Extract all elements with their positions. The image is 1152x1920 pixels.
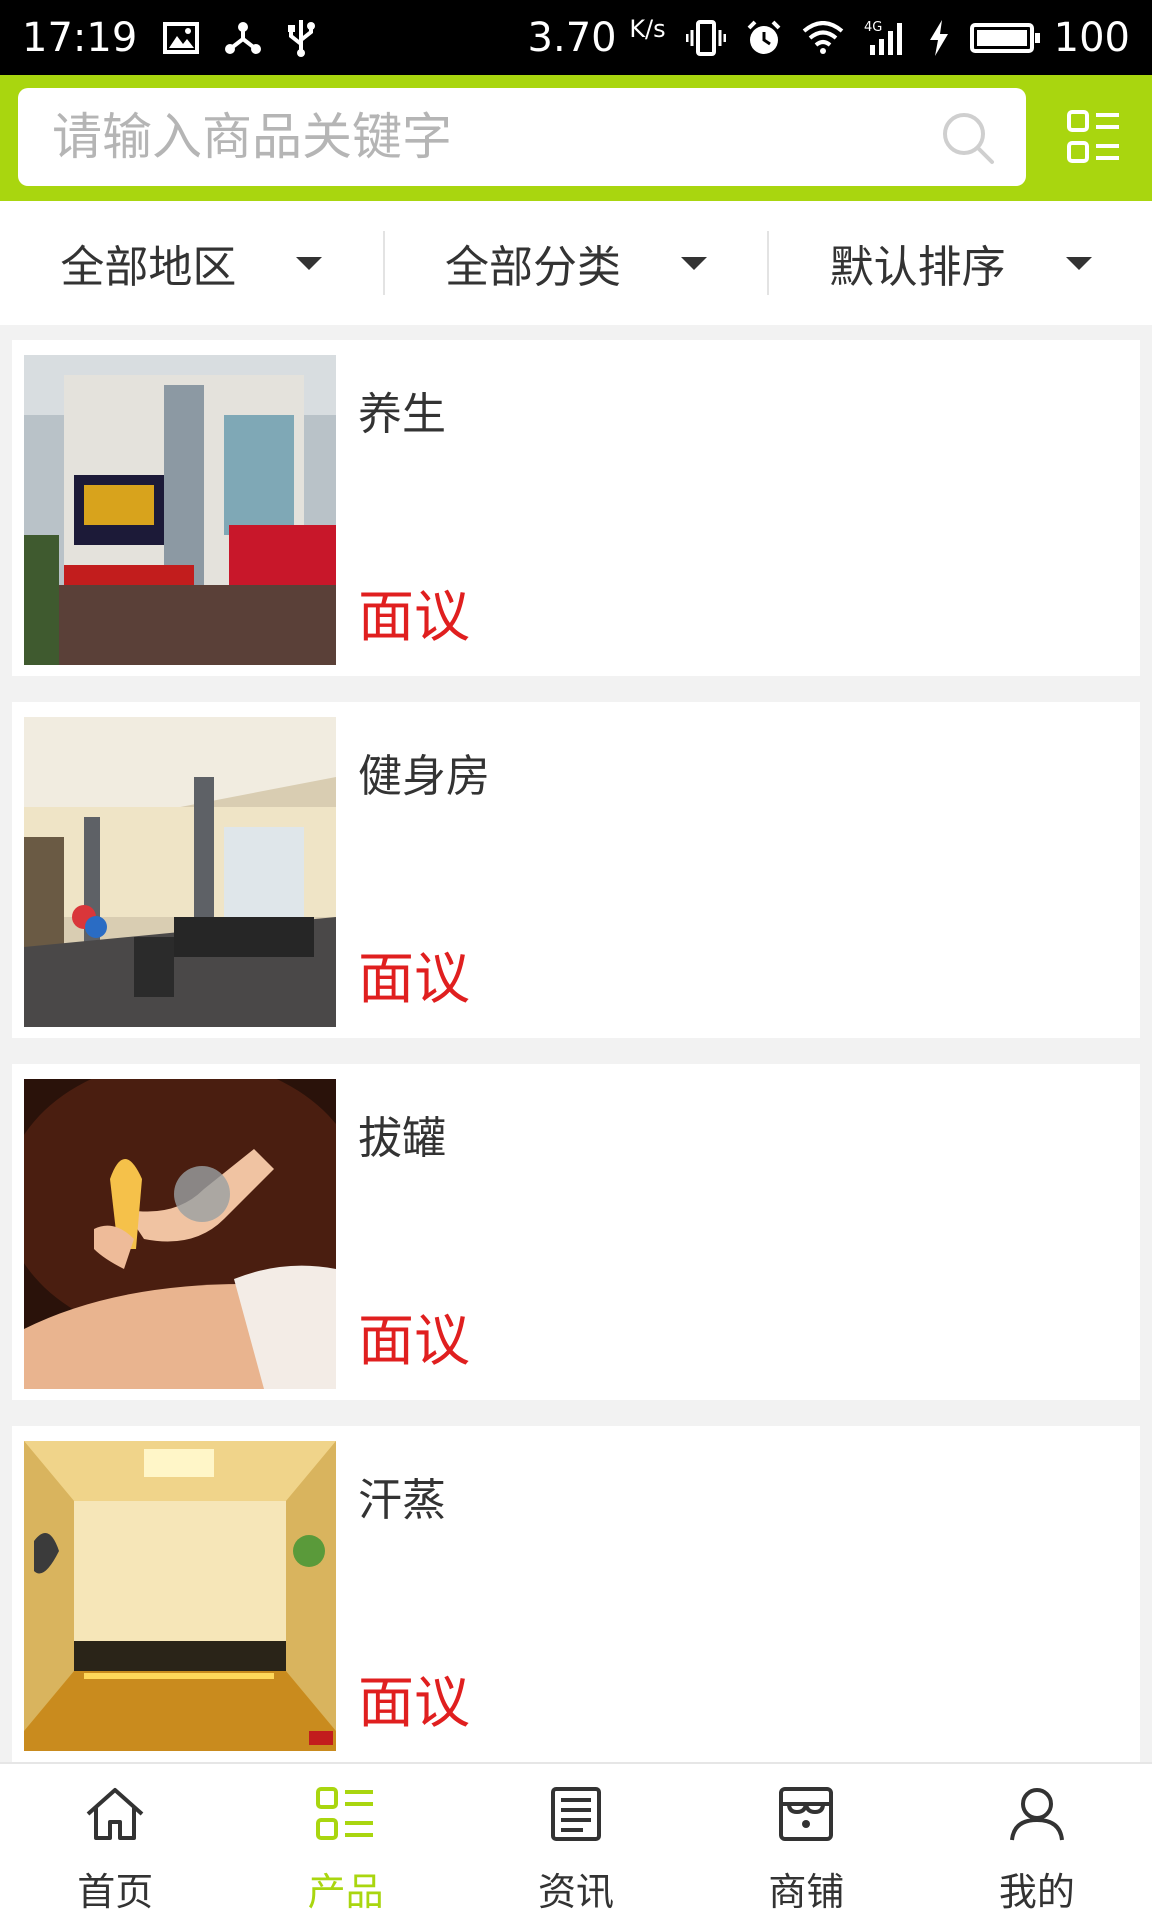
- alarm-icon: [746, 20, 782, 56]
- nav-products-label: 产品: [307, 1870, 384, 1914]
- status-left: 17:19: [22, 14, 316, 61]
- category-menu-icon[interactable]: [1066, 109, 1122, 169]
- product-image[interactable]: [24, 717, 336, 1027]
- network-speed: 3.70 K/s: [527, 14, 666, 61]
- nav-news[interactable]: 资讯: [461, 1764, 691, 1920]
- nav-shops[interactable]: 商铺: [691, 1764, 921, 1920]
- product-card[interactable]: 汗蒸 面议: [12, 1426, 1140, 1762]
- product-name: 汗蒸: [358, 1475, 446, 1526]
- product-name: 健身房: [358, 751, 490, 802]
- bottom-nav: 首页 产品 资讯 商铺 我的: [0, 1762, 1152, 1920]
- product-image[interactable]: [24, 1441, 336, 1751]
- product-name: 拔罐: [358, 1113, 446, 1164]
- product-list: 养生 面议 健身房 面议 拔罐 面议 汗蒸 面议: [12, 340, 1140, 1788]
- status-time: 17:19: [22, 14, 138, 61]
- filter-region[interactable]: 全部地区: [0, 201, 383, 325]
- product-price: 面议: [358, 1671, 470, 1736]
- shop-icon: [775, 1786, 837, 1851]
- dropdown-caret-icon: [1065, 256, 1092, 270]
- signal-4g-icon: 4G: [864, 19, 908, 57]
- battery-icon: [969, 22, 1040, 53]
- product-list-icon: [315, 1786, 377, 1851]
- product-card[interactable]: 拔罐 面议: [12, 1064, 1140, 1400]
- filter-sort[interactable]: 默认排序: [769, 201, 1152, 325]
- product-card[interactable]: 健身房 面议: [12, 702, 1140, 1038]
- filter-region-label: 全部地区: [60, 242, 237, 293]
- search-icon[interactable]: [940, 110, 996, 170]
- status-bar: 17:19 3.70 K/s 4G 100: [0, 0, 1152, 75]
- status-right: 3.70 K/s 4G 100: [528, 15, 1130, 61]
- news-icon: [545, 1786, 607, 1851]
- nav-shops-label: 商铺: [768, 1870, 845, 1914]
- filter-category[interactable]: 全部分类: [385, 201, 768, 325]
- nav-news-label: 资讯: [538, 1870, 615, 1914]
- usb-icon: [287, 18, 316, 58]
- filter-bar: 全部地区 全部分类 默认排序: [0, 201, 1152, 325]
- vibrate-icon: [685, 19, 726, 56]
- wifi-icon: [802, 20, 844, 55]
- nav-products[interactable]: 产品: [230, 1764, 460, 1920]
- nav-mine-label: 我的: [998, 1870, 1075, 1914]
- product-name: 养生: [358, 389, 446, 440]
- network-share-icon: [225, 21, 262, 55]
- svg-text:4G: 4G: [864, 20, 882, 35]
- filter-category-label: 全部分类: [445, 242, 621, 293]
- user-icon: [1006, 1786, 1068, 1851]
- charging-icon: [928, 19, 950, 56]
- search-box[interactable]: [18, 88, 1026, 186]
- image-icon: [163, 21, 200, 54]
- product-image[interactable]: [24, 355, 336, 665]
- product-price: 面议: [358, 585, 470, 650]
- nav-home[interactable]: 首页: [0, 1764, 230, 1920]
- nav-mine[interactable]: 我的: [922, 1764, 1152, 1920]
- product-price: 面议: [358, 947, 470, 1012]
- dropdown-caret-icon: [681, 256, 707, 270]
- product-card[interactable]: 养生 面议: [12, 340, 1140, 676]
- product-price: 面议: [358, 1309, 470, 1374]
- search-input[interactable]: [52, 108, 912, 166]
- product-image[interactable]: [24, 1079, 336, 1389]
- nav-home-label: 首页: [77, 1870, 154, 1914]
- search-header: [0, 75, 1152, 201]
- battery-level: 100: [1053, 14, 1130, 61]
- home-icon: [84, 1786, 146, 1851]
- dropdown-caret-icon: [296, 256, 323, 270]
- filter-sort-label: 默认排序: [829, 242, 1006, 293]
